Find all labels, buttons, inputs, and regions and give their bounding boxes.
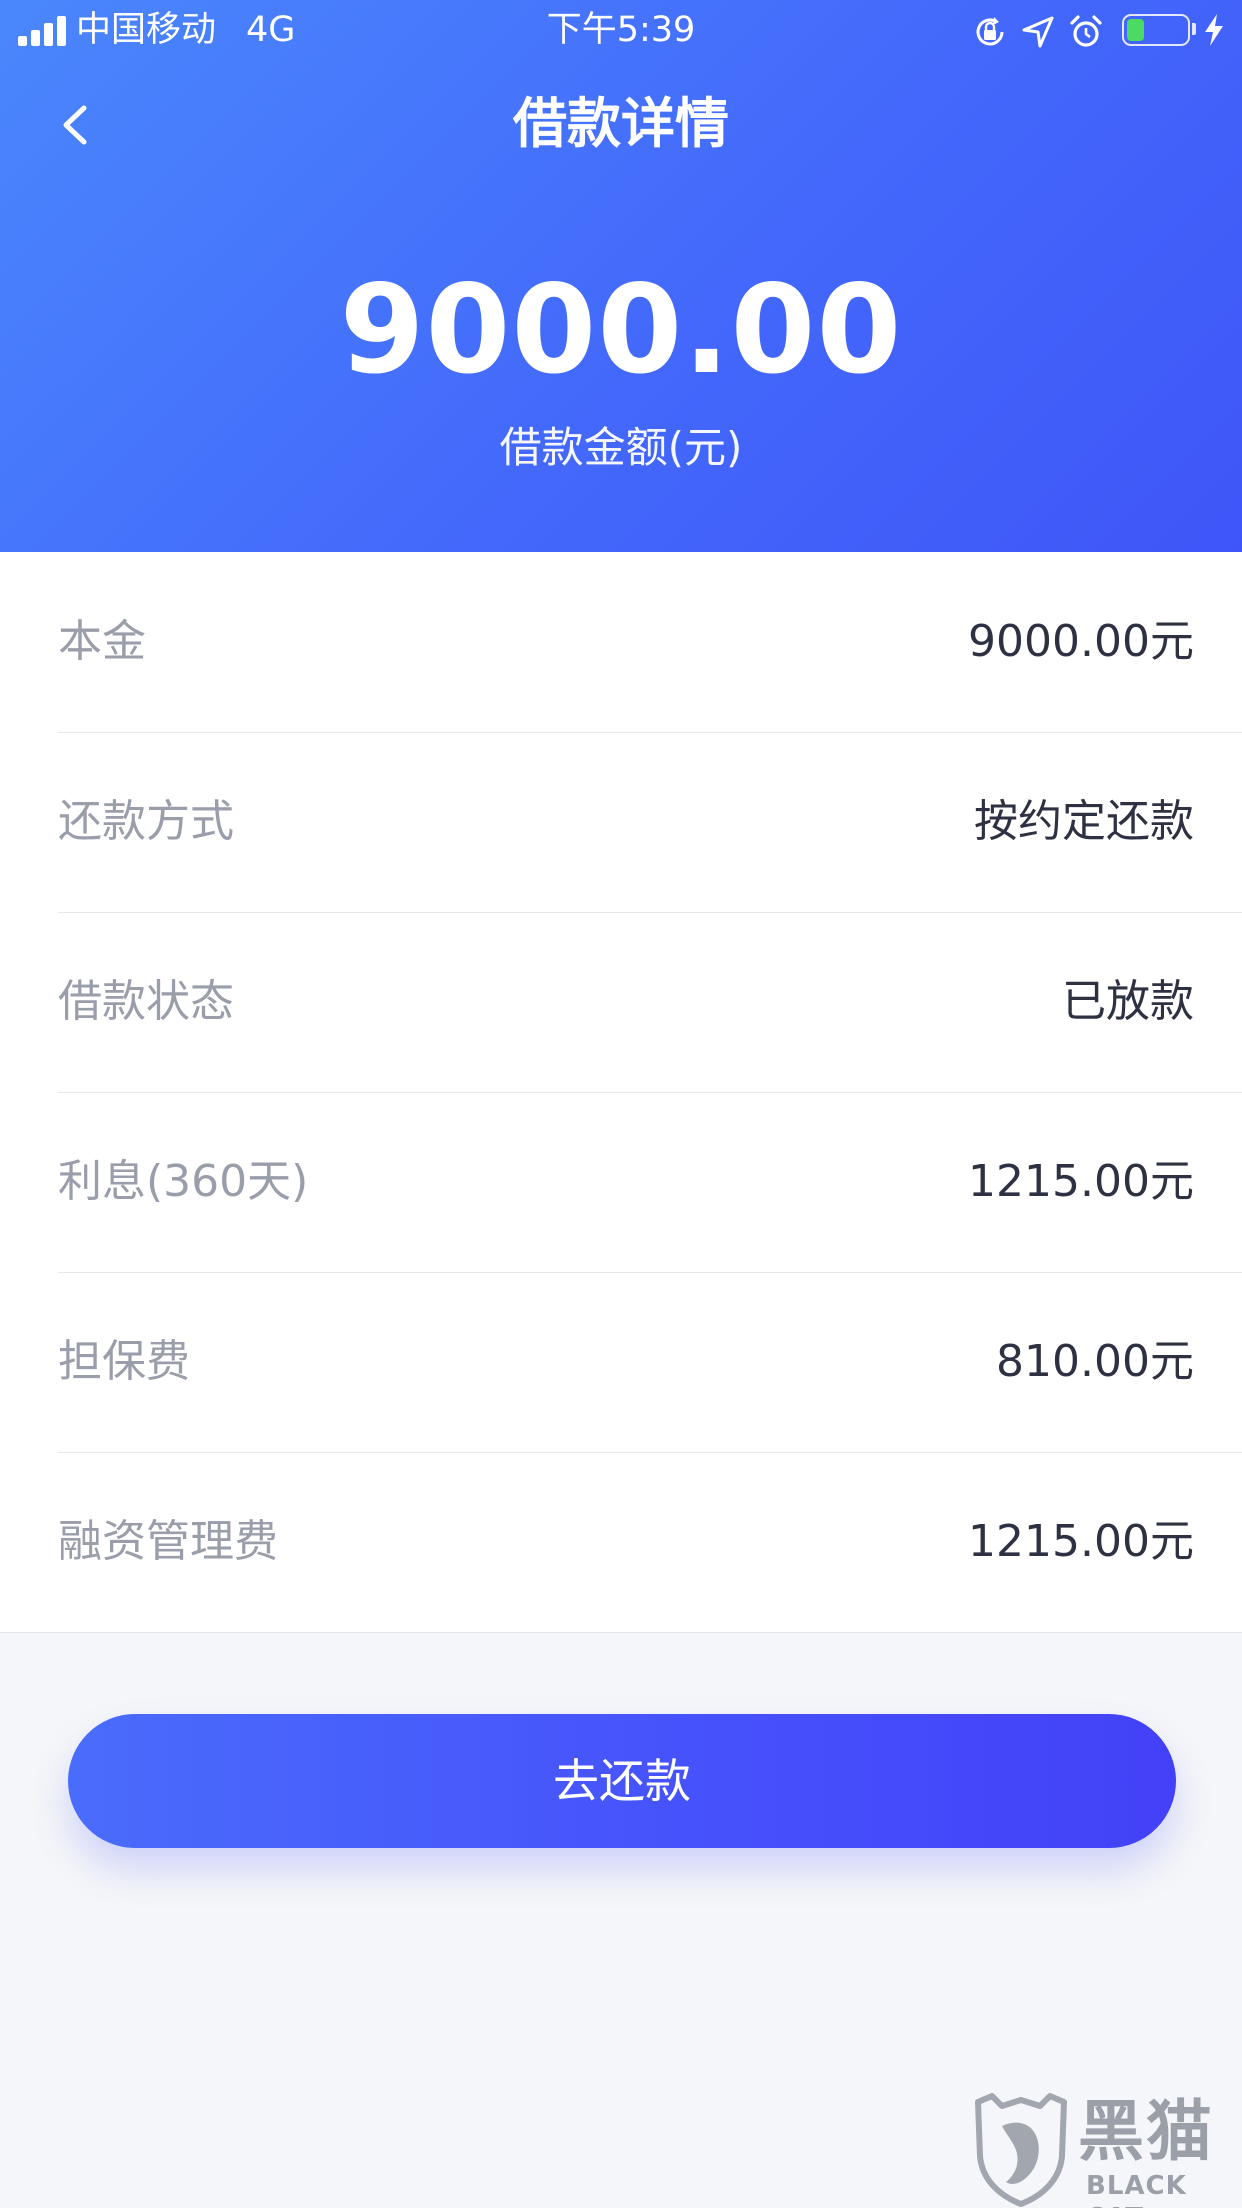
detail-row-guarantee-fee: 担保费 810.00元	[0, 1272, 1242, 1452]
battery-level	[1127, 19, 1144, 41]
detail-row-principal: 本金 9000.00元	[0, 552, 1242, 732]
alarm-icon	[1070, 15, 1102, 47]
detail-value: 810.00元	[996, 1336, 1194, 1387]
location-icon	[1022, 16, 1054, 48]
loan-detail-list: 本金 9000.00元 还款方式 按约定还款 借款状态 已放款 利息(360天)…	[0, 552, 1242, 1633]
detail-label: 借款状态	[58, 976, 234, 1027]
battery-cap	[1192, 23, 1196, 35]
detail-label: 本金	[58, 616, 146, 667]
loan-amount-label: 借款金额(元)	[499, 423, 743, 472]
detail-value: 已放款	[1062, 976, 1194, 1027]
detail-value: 按约定还款	[974, 796, 1194, 847]
charging-icon	[1205, 14, 1223, 46]
watermark-subtitle: BLACK CAT	[1086, 2171, 1187, 2208]
detail-value: 9000.00元	[968, 616, 1194, 667]
repay-button[interactable]: 去还款	[68, 1714, 1176, 1848]
status-bar: 中国移动 4G 下午5:39	[0, 0, 1242, 62]
header-banner: 中国移动 4G 下午5:39 借款详情 9000.00 借款金额(元)	[0, 0, 1242, 552]
watermark: 黑猫 BLACK CAT	[968, 2092, 1242, 2208]
loan-detail-screen: 中国移动 4G 下午5:39 借款详情 9000.00 借款金额(元) 本金 9…	[0, 0, 1242, 2208]
detail-value: 1215.00元	[968, 1156, 1194, 1207]
detail-value: 1215.00元	[968, 1516, 1194, 1567]
detail-label: 还款方式	[58, 796, 234, 847]
detail-label: 担保费	[58, 1336, 190, 1387]
detail-row-loan-status: 借款状态 已放款	[0, 912, 1242, 1092]
detail-label: 利息(360天)	[58, 1156, 309, 1207]
detail-row-management-fee: 融资管理费 1215.00元	[0, 1452, 1242, 1632]
detail-row-interest: 利息(360天) 1215.00元	[0, 1092, 1242, 1272]
battery-icon	[1122, 14, 1190, 46]
detail-label: 融资管理费	[58, 1516, 278, 1567]
orientation-lock-icon	[976, 17, 1004, 46]
black-cat-logo-icon	[975, 2093, 1067, 2207]
watermark-brand: 黑猫	[1078, 2093, 1214, 2170]
loan-amount: 9000.00	[339, 259, 903, 401]
page-title: 借款详情	[513, 92, 729, 155]
detail-row-repayment-method: 还款方式 按约定还款	[0, 732, 1242, 912]
